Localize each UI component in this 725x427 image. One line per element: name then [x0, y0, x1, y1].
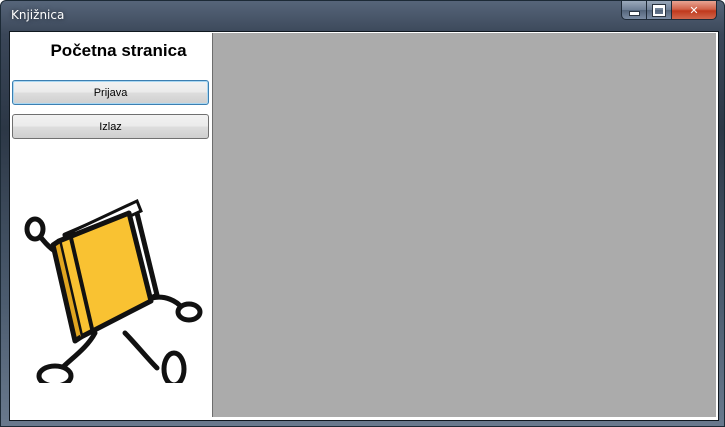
maximize-button[interactable]: [647, 1, 672, 20]
title-bar[interactable]: Knjižnica ✕: [1, 1, 724, 31]
exit-button[interactable]: Izlaz: [12, 114, 209, 139]
content-area: [213, 33, 716, 417]
close-button[interactable]: ✕: [672, 1, 717, 20]
page-title: Početna stranica: [50, 41, 187, 60]
running-book-icon: [24, 198, 203, 383]
application-window: Knjižnica ✕ Početna stranica Prijava Izl…: [0, 0, 725, 427]
login-button[interactable]: Prijava: [12, 80, 209, 105]
caption-buttons: ✕: [621, 1, 717, 21]
client-area: Početna stranica Prijava Izlaz: [9, 31, 719, 421]
minimize-icon: [628, 10, 640, 16]
maximize-icon: [652, 3, 666, 17]
window-title: Knjižnica: [11, 8, 65, 22]
sidebar-panel: Početna stranica Prijava Izlaz: [11, 33, 213, 417]
minimize-button[interactable]: [621, 1, 647, 20]
close-icon: ✕: [689, 3, 699, 17]
